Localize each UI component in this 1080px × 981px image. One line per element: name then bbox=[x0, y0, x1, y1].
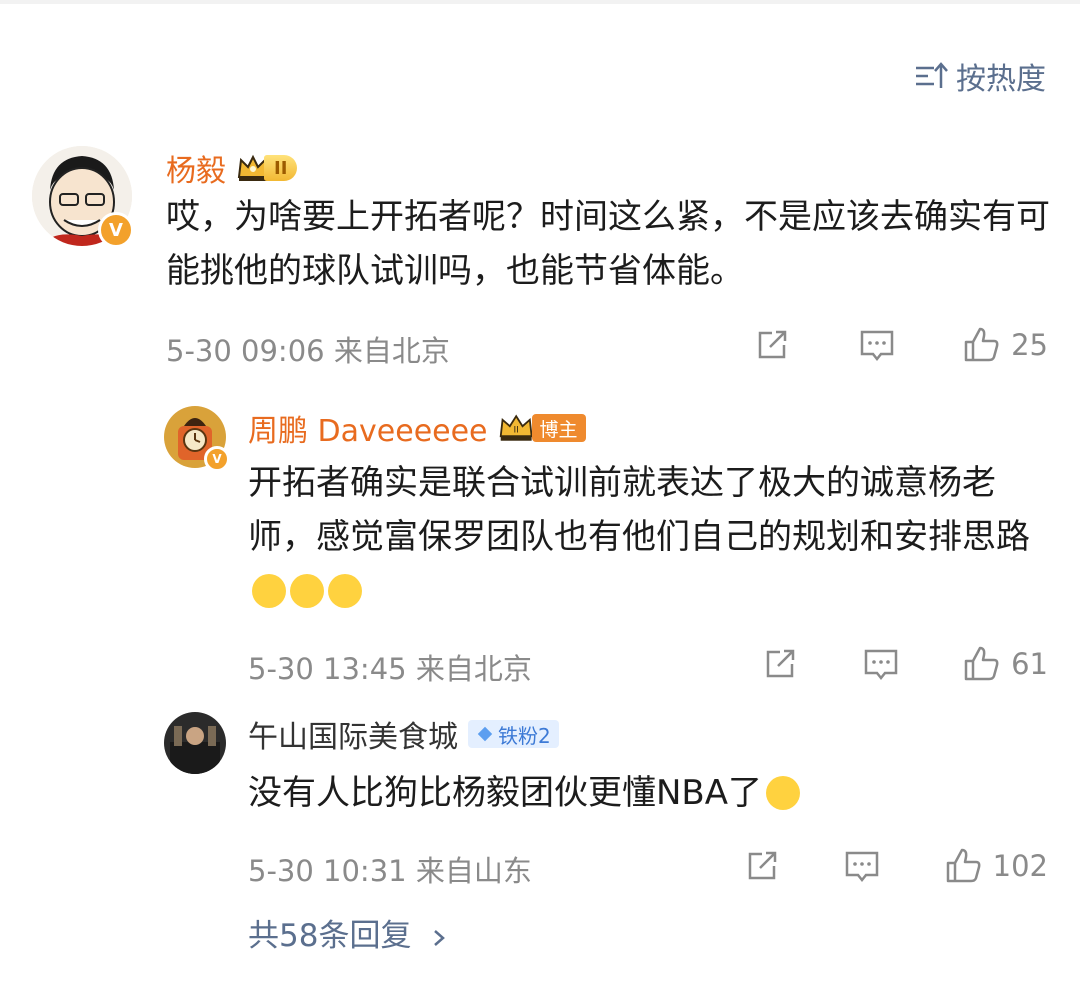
blogger-badge: II 博主 bbox=[498, 411, 586, 445]
diamond-icon bbox=[477, 726, 493, 742]
comment-time: 5-30 13:45 bbox=[248, 652, 407, 686]
like-icon bbox=[964, 646, 999, 681]
comment-button[interactable] bbox=[861, 644, 901, 684]
comment-author[interactable]: 杨毅 II bbox=[166, 146, 298, 190]
author-name: 杨毅 bbox=[166, 154, 226, 189]
comment-icon bbox=[846, 851, 879, 883]
like-icon bbox=[946, 848, 981, 883]
avatar-image bbox=[164, 712, 226, 774]
share-button[interactable] bbox=[752, 325, 792, 365]
like-button[interactable]: 25 bbox=[961, 325, 1048, 365]
comment-text: 没有人比狗比杨毅团伙更懂NBA了 bbox=[248, 766, 1048, 820]
tongue-emoji-icon bbox=[290, 574, 324, 608]
tongue-emoji-icon bbox=[252, 574, 286, 608]
blogger-label: 博主 bbox=[531, 414, 586, 442]
comment-location: 来自北京 bbox=[333, 334, 450, 368]
avatar[interactable] bbox=[164, 712, 226, 774]
comment-meta: 5-30 13:45 来自北京 bbox=[248, 646, 532, 688]
more-replies-link[interactable]: 共58条回复 bbox=[248, 910, 449, 955]
comment-author[interactable]: 周鹏 Daveeeeee II 博主 bbox=[248, 406, 586, 450]
verified-icon: V bbox=[98, 212, 134, 248]
fan-level-label: 铁粉2 bbox=[498, 723, 551, 748]
share-button[interactable] bbox=[760, 644, 800, 684]
comment-text: 开拓者确实是联合试训前就表达了极大的诚意杨老师，感觉富保罗团队也有他们自己的规划… bbox=[248, 456, 1048, 618]
vip-level-label: II bbox=[264, 155, 298, 181]
share-icon bbox=[766, 649, 795, 678]
verified-icon: V bbox=[204, 446, 230, 472]
sort-by-hot-button[interactable]: 按热度 bbox=[914, 54, 1046, 98]
fan-level-badge: 铁粉2 bbox=[468, 720, 559, 748]
share-icon bbox=[758, 330, 787, 359]
svg-text:II: II bbox=[513, 426, 518, 436]
like-count: 61 bbox=[1011, 647, 1048, 681]
comment-body: 开拓者确实是联合试训前就表达了极大的诚意杨老师，感觉富保罗团队也有他们自己的规划… bbox=[248, 463, 1030, 557]
comment-meta: 5-30 09:06 来自北京 bbox=[166, 328, 450, 370]
like-icon bbox=[964, 327, 999, 362]
tongue-emoji-icon bbox=[328, 574, 362, 608]
comment-actions: 61 bbox=[760, 644, 1048, 684]
share-icon bbox=[748, 851, 777, 880]
sort-icon bbox=[916, 62, 948, 88]
comment-author[interactable]: 午山国际美食城 铁粉2 bbox=[248, 712, 559, 756]
shush-emoji-icon bbox=[766, 776, 801, 810]
comment-location: 来自山东 bbox=[415, 854, 532, 888]
comment-body: 没有人比狗比杨毅团伙更懂NBA了 bbox=[248, 773, 763, 813]
comment-button[interactable] bbox=[857, 325, 897, 365]
vip-level-badge: II bbox=[236, 151, 298, 185]
like-button[interactable]: 102 bbox=[943, 846, 1048, 886]
comment-text: 哎，为啥要上开拓者呢？时间这么紧，不是应该去确实有可能挑他的球队试训吗，也能节省… bbox=[166, 197, 1050, 291]
sort-label: 按热度 bbox=[956, 62, 1046, 97]
comment-button[interactable] bbox=[842, 846, 882, 886]
author-name: 午山国际美食城 bbox=[248, 720, 458, 755]
like-count: 102 bbox=[992, 849, 1048, 883]
like-count: 25 bbox=[1011, 328, 1048, 362]
like-button[interactable]: 61 bbox=[961, 644, 1048, 684]
comment-time: 5-30 09:06 bbox=[166, 334, 325, 368]
comment-actions: 25 bbox=[752, 325, 1048, 365]
avatar[interactable]: V bbox=[164, 406, 230, 472]
comment-icon bbox=[860, 330, 893, 362]
comment-icon bbox=[864, 649, 897, 681]
comment-actions: 102 bbox=[742, 846, 1048, 886]
top-divider bbox=[0, 0, 1080, 4]
more-replies-label: 共58条回复 bbox=[248, 918, 412, 954]
comment-time: 5-30 10:31 bbox=[248, 854, 407, 888]
share-button[interactable] bbox=[742, 846, 782, 886]
comment-location: 来自北京 bbox=[415, 652, 532, 686]
author-name: 周鹏 Daveeeeee bbox=[248, 414, 488, 449]
comment-meta: 5-30 10:31 来自山东 bbox=[248, 848, 532, 890]
avatar[interactable]: V bbox=[32, 146, 134, 248]
chevron-right-icon bbox=[434, 930, 446, 946]
